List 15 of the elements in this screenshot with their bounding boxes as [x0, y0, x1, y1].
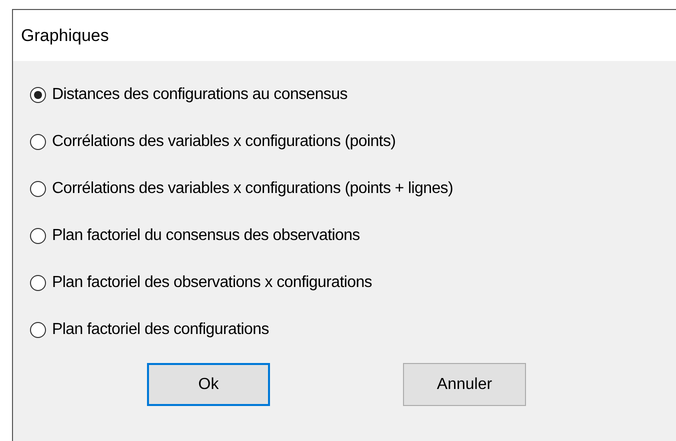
radio-button[interactable] [30, 322, 46, 338]
window-title: Graphiques [21, 26, 109, 46]
radio-button[interactable] [30, 134, 46, 150]
cancel-button[interactable]: Annuler [403, 363, 526, 406]
radio-button[interactable] [30, 275, 46, 291]
option-label[interactable]: Corrélations des variables x configurations (points) [52, 133, 396, 151]
radio-button[interactable] [30, 228, 46, 244]
option-label[interactable]: Corrélations des variables x configurations (points + lignes) [52, 180, 454, 198]
option-label[interactable]: Plan factoriel des configurations [52, 321, 269, 339]
option-label[interactable]: Distances des configurations au consensus [52, 86, 348, 104]
option-label[interactable]: Plan factoriel du consensus des observations [52, 227, 360, 245]
ok-button[interactable]: Ok [147, 363, 270, 406]
radio-button[interactable] [30, 87, 46, 103]
radio-button[interactable] [30, 181, 46, 197]
option-label[interactable]: Plan factoriel des observations x configurations [52, 274, 372, 292]
